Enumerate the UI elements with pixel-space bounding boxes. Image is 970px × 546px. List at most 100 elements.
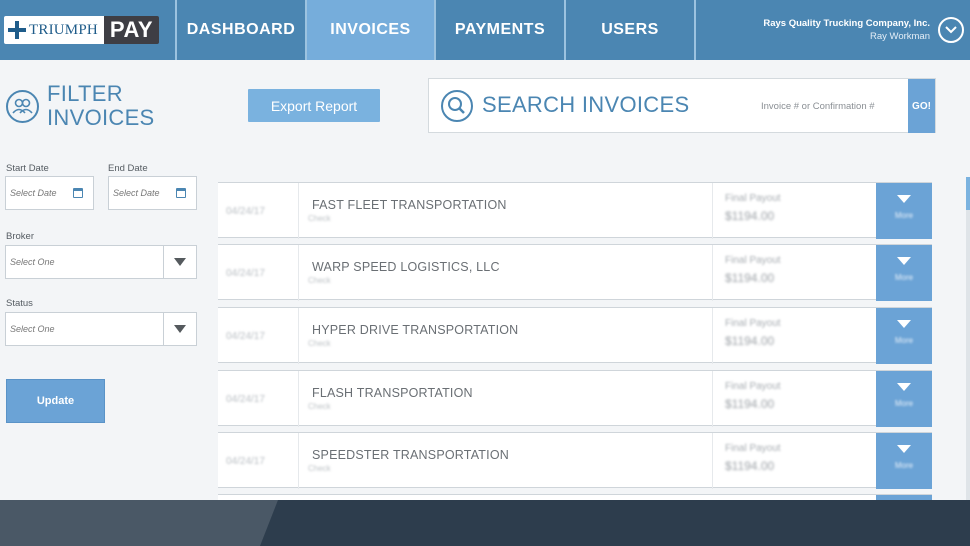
payout-label: Final Payout xyxy=(725,255,781,266)
calendar-icon xyxy=(176,188,186,198)
more-button[interactable]: More xyxy=(876,183,932,239)
more-button[interactable]: More xyxy=(876,433,932,489)
more-button[interactable]: More xyxy=(876,371,932,427)
invoice-row[interactable]: 04/24/17 HYPER DRIVE TRANSPORTATION Chec… xyxy=(218,307,932,364)
invoice-row[interactable]: 04/24/17 WARP SPEED LOGISTICS, LLC Check… xyxy=(218,244,932,301)
payout-amount: $1194.00 xyxy=(725,334,775,348)
column-divider xyxy=(712,183,713,239)
payout-label: Final Payout xyxy=(725,193,781,204)
invoice-date: 04/24/17 xyxy=(226,394,265,405)
tab-users[interactable]: USERS xyxy=(564,0,694,60)
end-date-placeholder: Select Date xyxy=(113,188,160,198)
more-label: More xyxy=(894,336,914,345)
invoice-list: 04/24/17 FAST FLEET TRANSPORTATION Check… xyxy=(218,180,970,500)
invoice-company: HYPER DRIVE TRANSPORTATION xyxy=(312,323,519,337)
top-navigation-bar: TRIUMPH PAY DASHBOARD INVOICES PAYMENTS … xyxy=(0,0,970,60)
invoice-method: Check xyxy=(308,339,331,348)
more-label: More xyxy=(894,399,914,408)
export-report-button[interactable]: Export Report xyxy=(248,89,380,122)
end-date-field[interactable]: Select Date xyxy=(108,176,197,210)
footer-band xyxy=(0,500,970,546)
invoice-row[interactable]: 04/24/17 FLASH TRANSPORTATION Check Fina… xyxy=(218,370,932,427)
filter-header: FILTER INVOICES xyxy=(6,82,155,130)
broker-dropdown-toggle[interactable] xyxy=(163,246,196,278)
column-divider xyxy=(298,183,299,239)
invoice-company: FLASH TRANSPORTATION xyxy=(312,386,473,400)
logo-suffix: PAY xyxy=(103,16,160,44)
more-label: More xyxy=(894,273,914,282)
column-divider xyxy=(712,371,713,427)
column-divider xyxy=(298,245,299,301)
chevron-down-icon xyxy=(945,26,957,34)
broker-label: Broker xyxy=(6,231,34,242)
status-select[interactable]: Select One xyxy=(5,312,197,346)
column-divider xyxy=(712,433,713,489)
column-divider xyxy=(298,308,299,364)
filter-title-line1: FILTER xyxy=(47,81,123,106)
logo-text: TRIUMPH xyxy=(29,21,98,38)
more-button[interactable]: More xyxy=(876,245,932,301)
more-label: More xyxy=(894,211,914,220)
payout-amount: $1194.00 xyxy=(725,459,775,473)
payout-label: Final Payout xyxy=(725,381,781,392)
payout-amount: $1194.00 xyxy=(725,271,775,285)
payout-label: Final Payout xyxy=(725,318,781,329)
go-button[interactable]: GO! xyxy=(908,79,935,133)
main-nav: DASHBOARD INVOICES PAYMENTS USERS xyxy=(175,0,694,60)
invoice-method: Check xyxy=(308,464,331,473)
tab-dashboard[interactable]: DASHBOARD xyxy=(175,0,305,60)
start-date-placeholder: Select Date xyxy=(10,188,57,198)
start-date-field[interactable]: Select Date xyxy=(5,176,94,210)
status-placeholder: Select One xyxy=(10,324,55,334)
column-divider xyxy=(298,371,299,427)
calendar-icon xyxy=(73,188,83,198)
more-label: More xyxy=(894,461,914,470)
scrollbar-thumb[interactable] xyxy=(966,177,970,210)
payout-amount: $1194.00 xyxy=(725,209,775,223)
invoice-method: Check xyxy=(308,276,331,285)
account-menu: Rays Quality Trucking Company, Inc. Ray … xyxy=(694,0,970,60)
invoice-row[interactable]: 04/24/17 SPEEDSTER TRANSPORTATION Check … xyxy=(218,432,932,489)
payout-amount: $1194.00 xyxy=(725,397,775,411)
invoice-date: 04/24/17 xyxy=(226,268,265,279)
status-dropdown-toggle[interactable] xyxy=(163,313,196,345)
account-company: Rays Quality Trucking Company, Inc. xyxy=(763,18,930,29)
end-date-label: End Date xyxy=(108,163,148,174)
invoice-company: FAST FLEET TRANSPORTATION xyxy=(312,198,507,212)
triumph-pay-logo[interactable]: TRIUMPH PAY xyxy=(4,16,160,44)
caret-down-icon xyxy=(897,445,911,453)
caret-down-icon xyxy=(897,320,911,328)
broker-select[interactable]: Select One xyxy=(5,245,197,279)
broker-placeholder: Select One xyxy=(10,257,55,267)
logo-area: TRIUMPH PAY xyxy=(0,0,175,60)
footer-accent xyxy=(0,500,278,546)
caret-down-icon xyxy=(174,258,186,266)
filter-title-line2: INVOICES xyxy=(47,105,155,130)
invoice-method: Check xyxy=(308,402,331,411)
caret-down-icon xyxy=(897,257,911,265)
account-user: Ray Workman xyxy=(869,31,930,42)
tab-payments[interactable]: PAYMENTS xyxy=(434,0,564,60)
status-label: Status xyxy=(6,298,33,309)
start-date-label: Start Date xyxy=(6,163,49,174)
scrollbar-track[interactable] xyxy=(966,210,970,500)
tab-invoices[interactable]: INVOICES xyxy=(305,0,434,60)
more-button[interactable]: More xyxy=(876,308,932,364)
account-dropdown-button[interactable] xyxy=(938,17,964,43)
caret-down-icon xyxy=(897,383,911,391)
invoice-date: 04/24/17 xyxy=(226,456,265,467)
users-filter-icon xyxy=(6,90,39,123)
account-info: Rays Quality Trucking Company, Inc. Ray … xyxy=(763,18,930,42)
invoice-row[interactable]: 04/24/17 FAST FLEET TRANSPORTATION Check… xyxy=(218,182,932,239)
column-divider xyxy=(712,308,713,364)
cross-logo-icon xyxy=(8,21,26,39)
filter-title: FILTER INVOICES xyxy=(47,82,155,130)
invoice-date: 04/24/17 xyxy=(226,331,265,342)
logo-wordmark: TRIUMPH xyxy=(4,16,104,44)
search-icon xyxy=(441,90,473,122)
payout-label: Final Payout xyxy=(725,443,781,454)
invoice-method: Check xyxy=(308,214,331,223)
search-input[interactable] xyxy=(759,97,909,115)
update-button[interactable]: Update xyxy=(6,379,105,423)
invoice-date: 04/24/17 xyxy=(226,206,265,217)
